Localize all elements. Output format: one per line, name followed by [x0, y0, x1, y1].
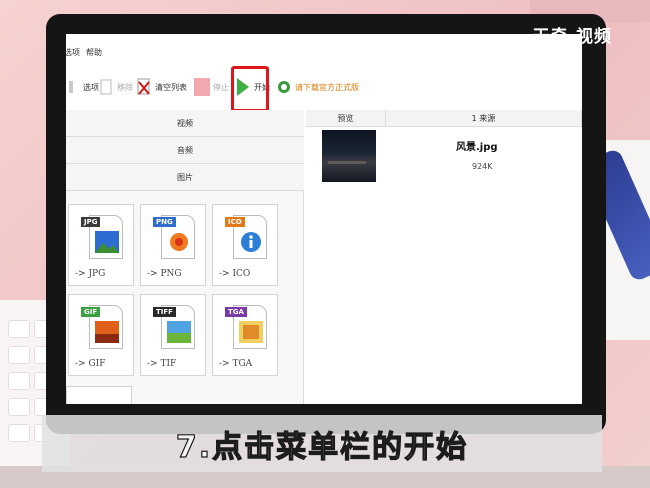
- file-list-pane: 预览 1 来源 风景.jpg 924K: [306, 110, 582, 404]
- category-audio[interactable]: 音频: [66, 137, 304, 164]
- ico-badge: ICO: [225, 217, 245, 227]
- landscape-icon: [95, 231, 119, 253]
- download-official-label: 请下载官方正式版: [295, 82, 359, 92]
- column-preview[interactable]: 预览: [306, 110, 386, 127]
- file-size: 924K: [472, 162, 493, 171]
- info-icon: [241, 232, 261, 252]
- format-tile-png[interactable]: PNG -> PNG: [140, 204, 206, 286]
- file-thumbnail[interactable]: [322, 130, 376, 182]
- field-icon: [167, 321, 191, 343]
- format-tile-jpg[interactable]: JPG -> JPG: [68, 204, 134, 286]
- options-button-label: 选项: [83, 82, 99, 92]
- column-preview-label: 预览: [337, 113, 354, 123]
- file-icon: [98, 77, 114, 97]
- menu-help[interactable]: 帮助: [86, 47, 102, 58]
- clear-list-icon: [136, 77, 152, 97]
- format-tile-gif[interactable]: GIF -> GIF: [68, 294, 134, 376]
- file-name: 风景.jpg: [456, 142, 498, 153]
- tga-label: -> TGA: [219, 359, 253, 369]
- options-icon: [66, 77, 80, 97]
- remove-button-label: 移除: [117, 82, 133, 92]
- png-label: -> PNG: [147, 269, 182, 279]
- sunset-icon: [95, 321, 119, 343]
- subtitle-bar: 7.点击菜单栏的开始: [42, 415, 602, 472]
- stop-icon: [194, 77, 210, 97]
- download-official-link[interactable]: 请下载官方正式版: [276, 74, 359, 100]
- format-tile-ico[interactable]: ICO -> ICO: [212, 204, 278, 286]
- subtitle-text: 7.点击菜单栏的开始: [175, 429, 469, 465]
- options-button[interactable]: 选项: [66, 74, 99, 100]
- stop-button[interactable]: 停止: [194, 74, 229, 100]
- category-image-label: 图片: [177, 172, 193, 182]
- png-badge: PNG: [153, 217, 176, 227]
- app-window: 选项 帮助 选项 移除 清空列表 停止 开始 请下载官方正式版 视频 音频 图片…: [66, 34, 582, 404]
- toolbar: 选项 移除 清空列表 停止 开始 请下载官方正式版: [66, 60, 582, 112]
- format-tile-partial[interactable]: [66, 386, 132, 404]
- jpg-label: -> JPG: [75, 269, 106, 279]
- column-source-label: 1 来源: [471, 113, 496, 123]
- gif-badge: GIF: [81, 307, 101, 317]
- format-tile-tif[interactable]: TIFF -> TIF: [140, 294, 206, 376]
- stop-button-label: 停止: [213, 82, 229, 92]
- format-pane: 视频 音频 图片 JPG -> JPG PNG -> PNG ICO -> IC…: [66, 110, 304, 404]
- jpg-badge: JPG: [81, 217, 101, 227]
- tga-badge: TGA: [225, 307, 247, 317]
- ico-label: -> ICO: [219, 269, 251, 279]
- category-audio-label: 音频: [177, 145, 193, 155]
- remove-button[interactable]: 移除: [98, 74, 133, 100]
- clear-list-button-label: 清空列表: [155, 82, 187, 92]
- category-image[interactable]: 图片: [66, 164, 304, 191]
- format-tile-tga[interactable]: TGA -> TGA: [212, 294, 278, 376]
- column-source[interactable]: 1 来源: [386, 110, 582, 127]
- photo-icon: [239, 321, 263, 343]
- menu-options[interactable]: 选项: [66, 47, 80, 58]
- tif-badge: TIFF: [153, 307, 176, 317]
- clear-list-button[interactable]: 清空列表: [136, 74, 187, 100]
- video-watermark: 天奇·视频: [532, 27, 612, 47]
- gif-label: -> GIF: [75, 359, 106, 369]
- flower-icon: [170, 233, 188, 251]
- tif-label: -> TIF: [147, 359, 177, 369]
- globe-icon: [276, 77, 292, 97]
- category-video[interactable]: 视频: [66, 110, 304, 137]
- menu-bar: 选项 帮助: [66, 34, 582, 58]
- start-button-highlight: [231, 66, 269, 112]
- category-video-label: 视频: [177, 118, 193, 128]
